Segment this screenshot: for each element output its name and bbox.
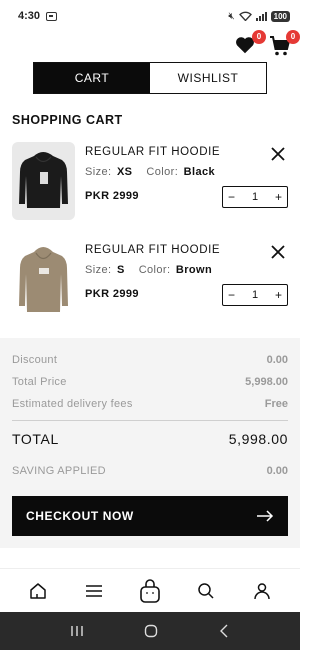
decrease-quantity-button[interactable]: −	[228, 190, 235, 204]
bottom-nav	[0, 568, 300, 612]
size-label: Size:	[85, 264, 112, 276]
quantity-stepper: − 1 +	[222, 284, 288, 306]
color-value: Black	[183, 166, 215, 178]
discount-row: Discount 0.00	[12, 354, 288, 366]
size-label: Size:	[85, 166, 112, 178]
size-value: XS	[116, 166, 133, 178]
total-price-label: Total Price	[12, 376, 67, 388]
hoodie-image	[19, 152, 68, 208]
cart-item: REGULAR FIT HOODIE Size: S Color: Brown …	[12, 240, 290, 318]
recent-apps-icon[interactable]	[70, 625, 84, 637]
checkout-button[interactable]: CHECKOUT NOW	[12, 496, 288, 536]
tab-wishlist[interactable]: WISHLIST	[150, 63, 266, 93]
wifi-icon	[238, 11, 252, 21]
color-value: Brown	[175, 264, 213, 276]
total-row: TOTAL 5,998.00	[12, 431, 288, 447]
delivery-value: Free	[264, 398, 288, 410]
system-nav-bar	[0, 612, 300, 650]
nav-home[interactable]	[25, 578, 51, 604]
delivery-row: Estimated delivery fees Free	[12, 398, 288, 410]
increase-quantity-button[interactable]: +	[275, 190, 282, 204]
product-image[interactable]	[12, 142, 75, 220]
product-attributes: Size: S Color: Brown	[85, 264, 212, 276]
header-actions: 0 0	[234, 30, 300, 58]
arrow-right-icon	[257, 510, 274, 522]
delivery-label: Estimated delivery fees	[12, 398, 133, 410]
hoodie-image	[19, 247, 68, 312]
status-bar: 4:30 🔇︎ 100	[0, 0, 300, 32]
quantity-stepper: − 1 +	[222, 186, 288, 208]
product-image[interactable]	[12, 240, 75, 318]
total-label: TOTAL	[12, 431, 59, 447]
discount-value: 0.00	[266, 354, 288, 366]
home-button-icon[interactable]	[144, 624, 158, 638]
color-label: Color:	[138, 264, 171, 276]
size-value: S	[116, 264, 125, 276]
nav-search[interactable]	[193, 578, 219, 604]
back-icon[interactable]	[218, 624, 230, 638]
profile-icon	[254, 582, 270, 599]
increase-quantity-button[interactable]: +	[275, 288, 282, 302]
status-time: 4:30	[18, 10, 41, 22]
product-price: PKR 2999	[85, 288, 139, 300]
total-value: 5,998.00	[228, 431, 288, 447]
page-title: SHOPPING CART	[12, 113, 123, 127]
saving-label: SAVING APPLIED	[12, 465, 106, 477]
battery-indicator: 100	[270, 10, 290, 22]
mute-icon: 🔇︎	[228, 10, 235, 22]
product-name: REGULAR FIT HOODIE	[85, 146, 221, 158]
product-attributes: Size: XS Color: Black	[85, 166, 215, 178]
saving-row: SAVING APPLIED 0.00	[12, 465, 288, 477]
summary-divider	[12, 420, 288, 421]
order-summary: Discount 0.00 Total Price 5,998.00 Estim…	[0, 338, 300, 548]
remove-item-icon[interactable]	[270, 146, 286, 162]
discount-label: Discount	[12, 354, 58, 366]
remove-item-icon[interactable]	[270, 244, 286, 260]
cart-item: REGULAR FIT HOODIE Size: XS Color: Black…	[12, 142, 290, 220]
product-name: REGULAR FIT HOODIE	[85, 244, 221, 256]
wishlist-button[interactable]: 0	[234, 30, 266, 58]
search-icon	[198, 582, 214, 599]
signal-icon	[255, 11, 267, 21]
color-label: Color:	[146, 166, 179, 178]
product-price: PKR 2999	[85, 190, 139, 202]
cart-count-badge: 0	[286, 30, 300, 44]
saving-value: 0.00	[266, 465, 288, 477]
menu-icon	[86, 584, 102, 597]
home-icon	[30, 582, 46, 599]
total-price-value: 5,998.00	[245, 376, 288, 388]
checkout-label: CHECKOUT NOW	[26, 509, 134, 523]
bag-icon	[140, 578, 160, 603]
cart-button[interactable]: 0	[268, 30, 300, 58]
wishlist-count-badge: 0	[252, 30, 266, 44]
nav-profile[interactable]	[249, 578, 275, 604]
quantity-value: 1	[251, 289, 259, 301]
nav-menu[interactable]	[81, 578, 107, 604]
tab-cart[interactable]: CART	[34, 63, 150, 93]
nav-bag[interactable]	[137, 578, 163, 604]
decrease-quantity-button[interactable]: −	[228, 288, 235, 302]
status-right: 🔇︎ 100	[228, 10, 290, 22]
screen-record-icon	[46, 11, 58, 21]
total-price-row: Total Price 5,998.00	[12, 376, 288, 388]
quantity-value: 1	[251, 191, 259, 203]
cart-wishlist-toggle: CART WISHLIST	[33, 62, 267, 94]
